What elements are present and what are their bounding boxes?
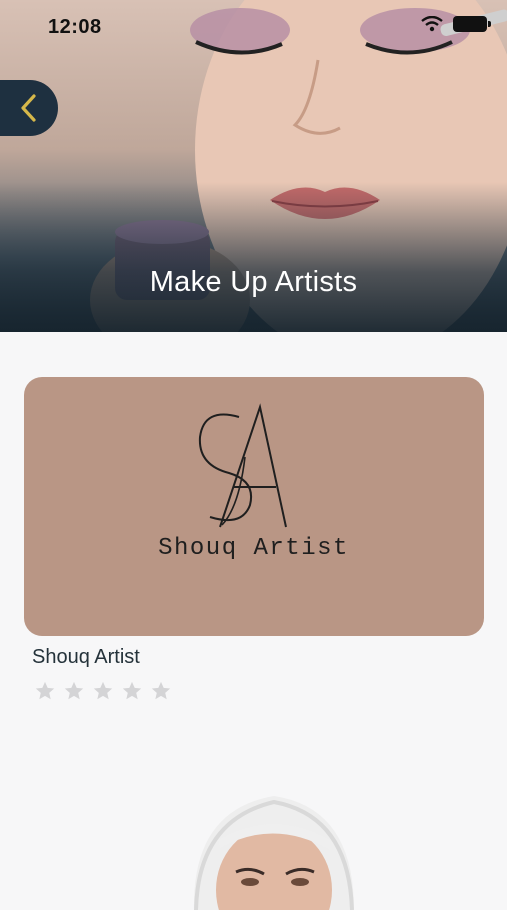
artist-logo-text: Shouq Artist	[158, 535, 349, 562]
artist-photo-hijab-model	[193, 796, 354, 910]
artist-logo-monogram	[198, 403, 287, 528]
battery-icon	[453, 16, 491, 32]
star-icon	[35, 681, 55, 700]
chevron-left-icon	[21, 94, 36, 122]
wifi-icon	[421, 16, 443, 32]
star-icon	[64, 681, 84, 700]
artist-card-image[interactable]	[24, 377, 484, 636]
hero-gradient-overlay	[0, 182, 507, 332]
artist-name[interactable]: Shouq Artist	[32, 646, 140, 669]
status-time: 12:08	[48, 16, 102, 38]
hero-banner: 12:08 Make Up Artists	[0, 0, 507, 332]
rating-stars	[34, 680, 172, 702]
star-icon	[151, 681, 171, 700]
artist-card-image[interactable]	[24, 770, 484, 910]
star-icon	[93, 681, 113, 700]
star-icon	[122, 681, 142, 700]
status-icons	[421, 16, 491, 32]
page-title: Make Up Artists	[149, 266, 358, 298]
back-button[interactable]	[0, 80, 58, 136]
